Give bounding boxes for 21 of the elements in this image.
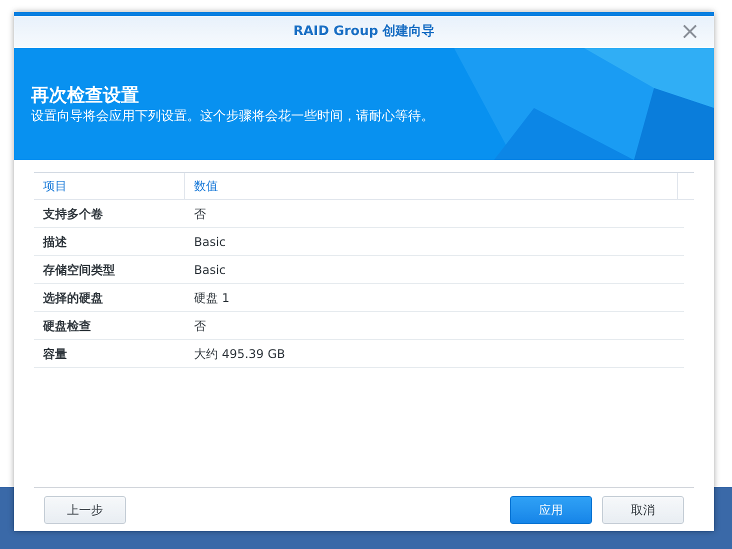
dialog-button[interactable]: 取消: [602, 496, 684, 524]
table-cell-text: 硬盘检查: [42, 318, 92, 334]
column-header[interactable]: 项目: [34, 173, 185, 199]
window-title: RAID Group 创建向导: [293, 23, 435, 42]
dialog-button[interactable]: 应用: [510, 496, 592, 524]
table-cell-text: Basic: [193, 262, 227, 278]
table-cell-text: 描述: [42, 234, 68, 250]
table-cell-text: 硬盘 1: [193, 290, 230, 306]
table-cell-text: Basic: [193, 234, 227, 250]
banner-description: 设置向导将会应用下列设置。这个步骤将会花一些时间，请耐心等待。: [31, 108, 434, 126]
dialog-button[interactable]: 上一步: [44, 496, 126, 524]
table-cell-text: 选择的硬盘: [42, 290, 104, 306]
banner-heading: 再次检查设置: [31, 84, 140, 108]
table-cell-text: 大约 495.39 GB: [193, 346, 286, 362]
table-cell-text: 存储空间类型: [42, 262, 116, 278]
table-cell-text: 否: [193, 318, 207, 334]
table-cell-text: 容量: [42, 346, 68, 362]
table-cell-text: 支持多个卷: [42, 206, 104, 222]
close-button[interactable]: ×: [680, 19, 700, 43]
table-cell-text: 否: [193, 206, 207, 222]
column-header[interactable]: 数值: [185, 173, 678, 199]
